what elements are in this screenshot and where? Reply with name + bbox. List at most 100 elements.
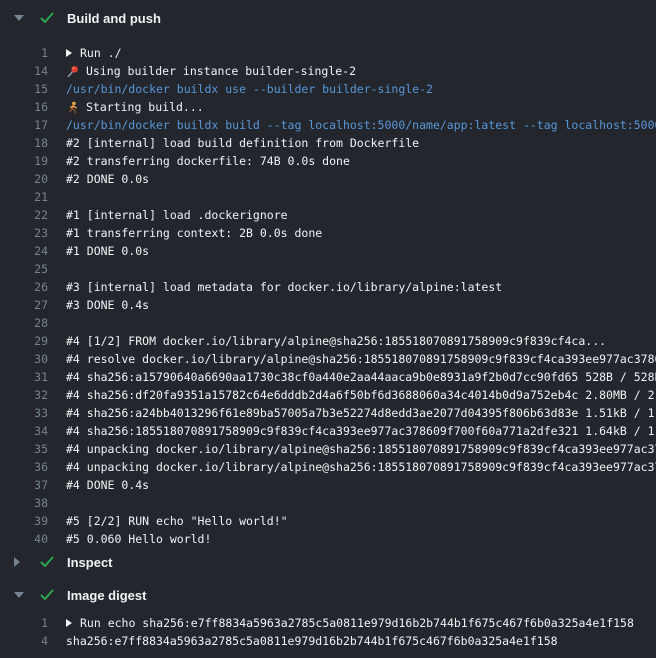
triangle-right-icon[interactable] [14, 557, 26, 567]
log-section-image-digest: Image digest 1 Run echo sha256:e7ff8834a59… [0, 585, 656, 650]
line-content: #4 sha256:a24bb4013296f61e89ba57005a7b3e… [66, 406, 656, 420]
log-line[interactable]: 23 #1 transferring context: 2B 0.0s done [0, 224, 656, 242]
line-content: #3 DONE 0.4s [66, 298, 656, 312]
log-line[interactable]: 22#1 [internal] load .dockerignore [0, 206, 656, 224]
log-line[interactable]: 17/usr/bin/docker buildx build --tag loc… [0, 116, 656, 134]
line-content: #5 [2/2] RUN echo "Hello world!" [66, 514, 656, 528]
line-number[interactable]: 35 [0, 442, 48, 456]
log-line[interactable]: 4 sha256:e7ff8834a5963a2785c5a0811e979d16… [0, 632, 656, 650]
line-number[interactable]: 4 [0, 634, 48, 648]
pushpin-icon [66, 65, 79, 78]
line-content: #2 [internal] load build definition from… [66, 136, 656, 150]
log-line[interactable]: 26#3 [internal] load metadata for docker… [0, 278, 656, 296]
line-number[interactable]: 30 [0, 352, 48, 366]
line-number[interactable]: 18 [0, 136, 48, 150]
section-header-inspect[interactable]: Inspect [0, 552, 656, 572]
log-text: sha256:e7ff8834a5963a2785c5a0811e979d16b… [66, 634, 558, 648]
log-text: #4 DONE 0.4s [66, 478, 149, 492]
line-content: #4 resolve docker.io/library/alpine@sha2… [66, 352, 656, 366]
log-line[interactable]: 35 #4 unpacking docker.io/library/alpine@… [0, 440, 656, 458]
log-line[interactable]: 37 #4 DONE 0.4s [0, 476, 656, 494]
line-number[interactable]: 1 [0, 46, 48, 60]
log-line[interactable]: 1 Run echo sha256:e7ff8834a5963a2785c5a08… [0, 614, 656, 632]
log-line[interactable]: 28 [0, 314, 656, 332]
line-number[interactable]: 17 [0, 118, 48, 132]
log-line[interactable]: 16Starting build... [0, 98, 656, 116]
line-content: /usr/bin/docker buildx build --tag local… [66, 118, 656, 132]
line-number[interactable]: 32 [0, 388, 48, 402]
line-content: #4 DONE 0.4s [66, 478, 656, 492]
log-text: #1 transferring context: 2B 0.0s done [66, 226, 322, 240]
log-section-inspect: Inspect [0, 552, 656, 572]
log-line[interactable]: 30 #4 resolve docker.io/library/alpine@sh… [0, 350, 656, 368]
line-number[interactable]: 20 [0, 172, 48, 186]
log-text: #2 transferring dockerfile: 74B 0.0s don… [66, 154, 350, 168]
line-number[interactable]: 1 [0, 616, 48, 630]
log-line[interactable]: 29 #4 [1/2] FROM docker.io/library/alpine… [0, 332, 656, 350]
log-text: #5 0.060 Hello world! [66, 532, 211, 546]
line-number[interactable]: 25 [0, 262, 48, 276]
log-text: #5 [2/2] RUN echo "Hello world!" [66, 514, 288, 528]
line-number[interactable]: 40 [0, 532, 48, 546]
log-text: #4 resolve docker.io/library/alpine@sha2… [66, 352, 656, 366]
log-line[interactable]: 31 #4 sha256:a15790640a6690aa1730c38cf0a4… [0, 368, 656, 386]
line-number[interactable]: 36 [0, 460, 48, 474]
log-line[interactable]: 24#1 DONE 0.0s [0, 242, 656, 260]
log-line[interactable]: 32 #4 sha256:df20fa9351a15782c64e6dddb2d4… [0, 386, 656, 404]
line-number[interactable]: 24 [0, 244, 48, 258]
log-text: Using builder instance builder-single-2 [86, 64, 356, 78]
triangle-down-icon[interactable] [14, 592, 26, 598]
line-number[interactable]: 16 [0, 100, 48, 114]
triangle-down-icon[interactable] [14, 15, 26, 21]
line-number[interactable]: 23 [0, 226, 48, 240]
check-success-icon [40, 589, 54, 601]
line-content: #4 [1/2] FROM docker.io/library/alpine@s… [66, 334, 656, 348]
line-number[interactable]: 19 [0, 154, 48, 168]
line-number[interactable]: 14 [0, 64, 48, 78]
log-command-text: /usr/bin/docker buildx build --tag local… [66, 118, 656, 132]
line-content: sha256:e7ff8834a5963a2785c5a0811e979d16b… [66, 634, 656, 648]
log-line[interactable]: 36#4 unpacking docker.io/library/alpine@… [0, 458, 656, 476]
log-line[interactable]: 38 [0, 494, 656, 512]
line-number[interactable]: 26 [0, 280, 48, 294]
log-text: #4 sha256:a15790640a6690aa1730c38cf0a440… [66, 370, 656, 384]
log-line[interactable]: 19 #2 transferring dockerfile: 74B 0.0s d… [0, 152, 656, 170]
log-text: #4 unpacking docker.io/library/alpine@sh… [66, 442, 656, 456]
line-number[interactable]: 22 [0, 208, 48, 222]
workflow-log: Build and push1Run ./14Using builder ins… [0, 0, 656, 650]
line-number[interactable]: 37 [0, 478, 48, 492]
log-line[interactable]: 27 #3 DONE 0.4s [0, 296, 656, 314]
line-number[interactable]: 39 [0, 514, 48, 528]
line-number[interactable]: 33 [0, 406, 48, 420]
section-header-build-and-push[interactable]: Build and push [0, 8, 656, 28]
log-line[interactable]: 1 Run ./ [0, 44, 656, 62]
log-text: #2 [internal] load build definition from… [66, 136, 419, 150]
log-line[interactable]: 34#4 sha256:185518070891758909c9f839cf4c… [0, 422, 656, 440]
log-command-text: /usr/bin/docker buildx use --builder bui… [66, 82, 433, 96]
line-number[interactable]: 34 [0, 424, 48, 438]
run-chevron-icon[interactable] [66, 619, 72, 627]
line-number[interactable]: 15 [0, 82, 48, 96]
line-number[interactable]: 27 [0, 298, 48, 312]
section-header-image-digest[interactable]: Image digest [0, 585, 656, 605]
run-chevron-icon[interactable] [66, 49, 72, 57]
section-title: Inspect [67, 555, 113, 570]
log-line[interactable]: 40 #5 0.060 Hello world! [0, 530, 656, 548]
log-line[interactable]: 33 #4 sha256:a24bb4013296f61e89ba57005a7b… [0, 404, 656, 422]
log-line[interactable]: 15/usr/bin/docker buildx use --builder b… [0, 80, 656, 98]
log-text: Run echo sha256:e7ff8834a5963a2785c5a081… [80, 616, 634, 630]
log-line[interactable]: 21 [0, 188, 656, 206]
line-number[interactable]: 28 [0, 316, 48, 330]
log-line[interactable]: 25 [0, 260, 656, 278]
log-line[interactable]: 18 #2 [internal] load build definition fr… [0, 134, 656, 152]
line-number[interactable]: 31 [0, 370, 48, 384]
section-log-body: 1 Run echo sha256:e7ff8834a5963a2785c5a08… [0, 614, 656, 650]
line-number[interactable]: 29 [0, 334, 48, 348]
log-line[interactable]: 14 Using builder instance builder-single-… [0, 62, 656, 80]
log-line[interactable]: 39 #5 [2/2] RUN echo "Hello world!" [0, 512, 656, 530]
log-line[interactable]: 20#2 DONE 0.0s [0, 170, 656, 188]
line-content: Run ./ [66, 46, 656, 60]
line-content: #4 sha256:df20fa9351a15782c64e6dddb2d4a6… [66, 388, 656, 402]
line-number[interactable]: 21 [0, 190, 48, 204]
line-number[interactable]: 38 [0, 496, 48, 510]
